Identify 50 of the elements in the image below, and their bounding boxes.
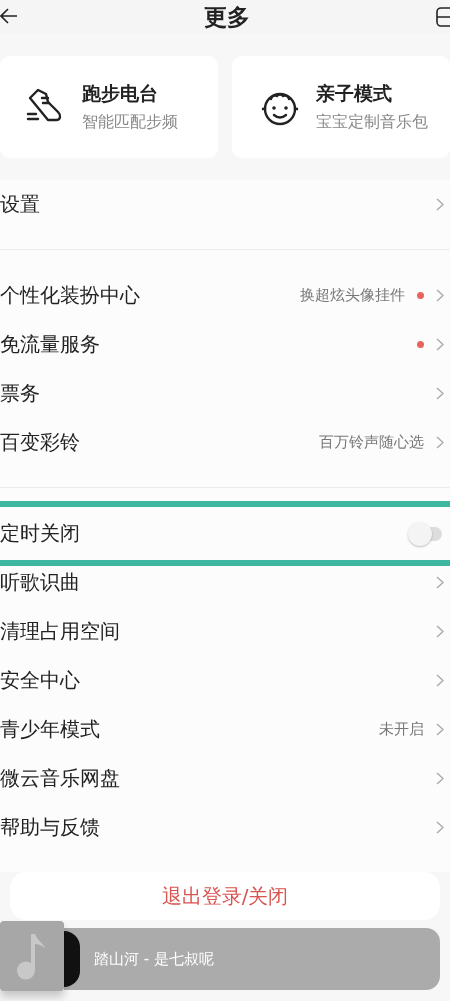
row-label: 免流量服务: [0, 331, 101, 358]
menu-row[interactable]: 听歌识曲: [0, 558, 450, 607]
logout-button[interactable]: 退出登录/关闭: [10, 872, 440, 920]
row-label: 个性化装扮中心: [0, 282, 141, 309]
feature-card[interactable]: 亲子模式 宝宝定制音乐包: [232, 56, 450, 158]
menu-row[interactable]: 安全中心: [0, 656, 450, 705]
menu-row[interactable]: 百变彩铃 百万铃声随心选: [0, 418, 450, 467]
chevron-right-icon: [436, 289, 444, 302]
menu-row[interactable]: 清理占用空间: [0, 607, 450, 656]
menu-row[interactable]: 微云音乐网盘: [0, 754, 450, 803]
feature-card[interactable]: 跑步电台 智能匹配步频: [0, 56, 218, 158]
row-label: 听歌识曲: [0, 569, 81, 596]
row-label: 票务: [0, 380, 41, 407]
chevron-right-icon: [436, 772, 444, 785]
chevron-right-icon: [436, 576, 444, 589]
chevron-right-icon: [436, 387, 444, 400]
chevron-right-icon: [436, 821, 444, 834]
menu-box-icon[interactable]: [436, 6, 450, 28]
chevron-right-icon: [436, 338, 444, 351]
menu-row[interactable]: 个性化装扮中心 换超炫头像挂件: [0, 271, 450, 320]
row-value: 未开启: [379, 720, 424, 739]
row-label: 百变彩铃: [0, 429, 81, 456]
page-title: 更多: [204, 2, 250, 32]
row-value: 换超炫头像挂件: [300, 286, 405, 305]
row-label: 帮助与反馈: [0, 814, 101, 841]
row-value: 百万铃声随心选: [319, 433, 424, 452]
toggle-row[interactable]: 定时关闭: [0, 509, 450, 558]
card-subtitle: 智能匹配步频: [82, 112, 178, 133]
track-title: 踏山河 - 是七叔呢: [94, 949, 214, 969]
chevron-right-icon: [436, 674, 444, 687]
card-title: 亲子模式: [316, 81, 393, 106]
chevron-right-icon: [436, 198, 444, 211]
chevron-right-icon: [436, 723, 444, 736]
row-label: 设置: [0, 191, 41, 218]
menu-row[interactable]: 青少年模式 未开启: [0, 705, 450, 754]
chevron-right-icon: [436, 625, 444, 638]
row-label: 微云音乐网盘: [0, 765, 121, 792]
music-note-icon: [17, 932, 47, 980]
menu-row[interactable]: 帮助与反馈: [0, 803, 450, 852]
menu-row[interactable]: 设置: [0, 180, 450, 229]
row-label: 安全中心: [0, 667, 81, 694]
row-label: 青少年模式: [0, 716, 101, 743]
chevron-right-icon: [436, 436, 444, 449]
card-title: 跑步电台: [82, 81, 159, 106]
menu-row[interactable]: 票务: [0, 369, 450, 418]
row-label: 清理占用空间: [0, 618, 121, 645]
card-subtitle: 宝宝定制音乐包: [316, 112, 428, 133]
menu-row[interactable]: 免流量服务: [0, 320, 450, 369]
back-arrow-icon[interactable]: [0, 8, 18, 26]
row-label: 定时关闭: [0, 520, 81, 547]
